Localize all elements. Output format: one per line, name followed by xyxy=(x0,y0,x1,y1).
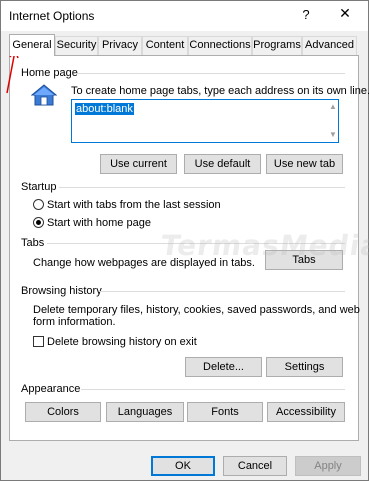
home-page-address-text[interactable]: about:blank xyxy=(75,103,134,115)
delete-history-button[interactable]: Delete... xyxy=(185,357,262,377)
colors-button[interactable]: Colors xyxy=(25,402,101,422)
tab-general[interactable]: General xyxy=(9,34,55,56)
close-button[interactable]: ✕ xyxy=(335,5,355,22)
watermark-text: TermasMedia xyxy=(158,229,369,262)
startup-last-session-radio[interactable] xyxy=(33,199,44,210)
tab-content[interactable]: Content xyxy=(142,36,188,55)
window-title: Internet Options xyxy=(9,9,95,23)
tab-programs[interactable]: Programs xyxy=(252,36,302,55)
home-page-section-label: Home page xyxy=(21,67,78,79)
home-page-address-input[interactable]: about:blank ▲ ▼ xyxy=(71,99,339,143)
delete-history-on-exit-checkbox[interactable] xyxy=(33,336,44,347)
browsing-history-section-label: Browsing history xyxy=(21,285,102,297)
tabs-section-label: Tabs xyxy=(21,237,45,249)
fonts-button[interactable]: Fonts xyxy=(187,402,263,422)
history-settings-button[interactable]: Settings xyxy=(266,357,343,377)
ok-button[interactable]: OK xyxy=(151,456,215,476)
browsing-history-description-line2: form information. xyxy=(33,316,116,328)
appearance-section-label: Appearance xyxy=(21,383,81,395)
delete-history-on-exit-label[interactable]: Delete browsing history on exit xyxy=(47,336,197,348)
use-new-tab-button[interactable]: Use new tab xyxy=(266,154,343,174)
languages-button[interactable]: Languages xyxy=(106,402,184,422)
internet-options-dialog: Internet Options ? ✕ General Security Pr… xyxy=(0,0,369,481)
title-bar: Internet Options ? ✕ xyxy=(1,1,368,31)
scroll-up-arrow-icon[interactable]: ▲ xyxy=(328,102,338,111)
tab-connections[interactable]: Connections xyxy=(188,36,252,55)
house-icon xyxy=(31,84,57,106)
startup-home-page-label[interactable]: Start with home page xyxy=(47,217,151,229)
browsing-history-description-line1: Delete temporary files, history, cookies… xyxy=(33,304,360,316)
startup-last-session-label[interactable]: Start with tabs from the last session xyxy=(47,199,221,211)
scroll-down-arrow-icon[interactable]: ▼ xyxy=(328,130,338,139)
accessibility-button[interactable]: Accessibility xyxy=(267,402,345,422)
apply-button[interactable]: Apply xyxy=(295,456,361,476)
cancel-button[interactable]: Cancel xyxy=(223,456,287,476)
startup-home-page-radio[interactable] xyxy=(33,217,44,228)
startup-divider xyxy=(59,187,345,188)
browsing-history-divider xyxy=(99,291,345,292)
home-page-divider xyxy=(75,73,345,74)
home-page-description: To create home page tabs, type each addr… xyxy=(71,85,369,97)
tab-privacy[interactable]: Privacy xyxy=(98,36,142,55)
startup-section-label: Startup xyxy=(21,181,57,193)
use-default-button[interactable]: Use default xyxy=(184,154,261,174)
tab-security[interactable]: Security xyxy=(55,36,98,55)
help-button[interactable]: ? xyxy=(299,7,313,22)
appearance-divider xyxy=(81,389,345,390)
tab-advanced[interactable]: Advanced xyxy=(302,36,357,55)
use-current-button[interactable]: Use current xyxy=(100,154,177,174)
